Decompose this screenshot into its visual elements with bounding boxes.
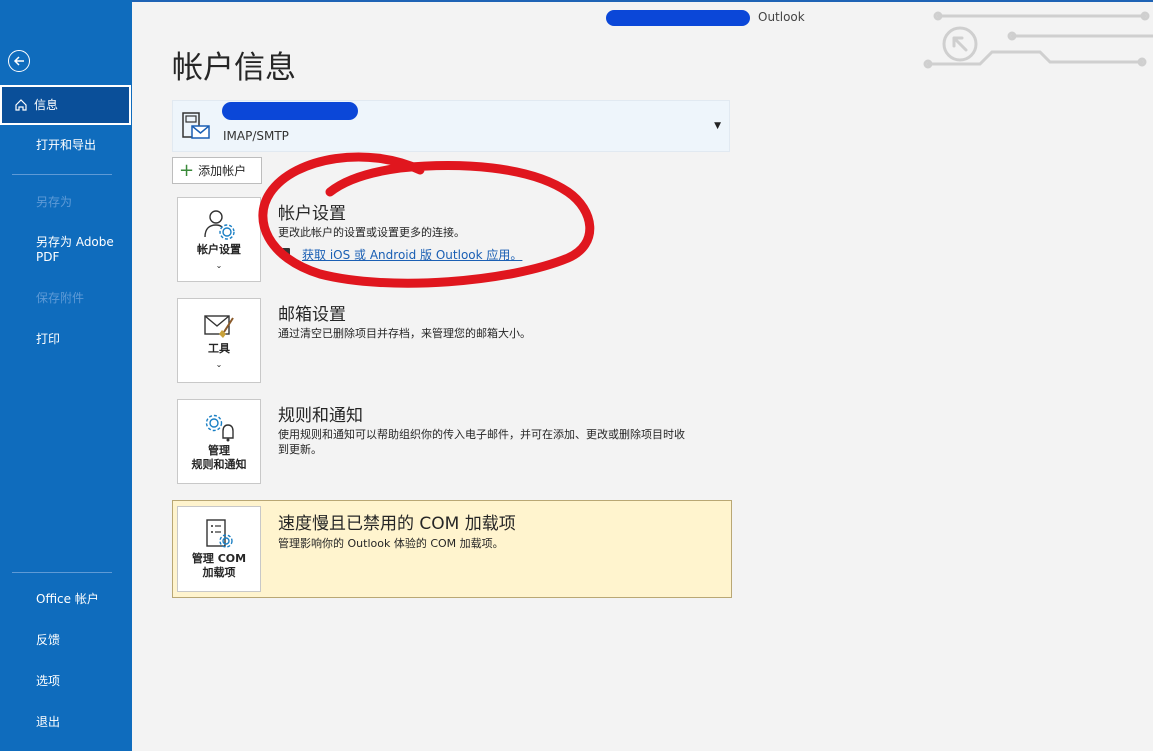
- add-account-button[interactable]: + 添加帐户: [172, 157, 262, 184]
- sidebar-item-save-as-pdf[interactable]: 另存为 Adobe PDF: [0, 235, 126, 265]
- plus-icon: +: [179, 159, 195, 181]
- phone-icon: [282, 248, 290, 260]
- window-top-border: [0, 0, 1153, 2]
- sidebar-item-open-export[interactable]: 打开和导出: [0, 138, 132, 153]
- sidebar-divider: [12, 572, 112, 573]
- tile-label: 管理: [208, 443, 230, 457]
- com-addins-title: 速度慢且已禁用的 COM 加载项: [278, 514, 516, 534]
- rules-desc-line2: 到更新。: [278, 443, 322, 456]
- rules-desc-line1: 使用规则和通知可以帮助组织你的传入电子邮件，并可在添加、更改或删除项目时收: [278, 428, 685, 441]
- chevron-down-icon: ⌄: [215, 260, 223, 270]
- rules-alerts-icon: [205, 414, 234, 441]
- sidebar-item-info[interactable]: 信息: [0, 85, 131, 125]
- redacted-account-email: [222, 102, 358, 120]
- tile-label: 规则和通知: [191, 457, 247, 471]
- add-account-label: 添加帐户: [198, 164, 247, 178]
- sidebar-item-label: 信息: [34, 97, 59, 112]
- sidebar-divider: [12, 174, 112, 175]
- get-mobile-app-link[interactable]: 获取 iOS 或 Android 版 Outlook 应用。: [302, 246, 522, 263]
- sidebar-item-exit[interactable]: 退出: [0, 715, 132, 730]
- backstage-sidebar: 信息 打开和导出 另存为 另存为 Adobe PDF 保存附件 打印 Offic…: [0, 0, 132, 751]
- dropdown-caret-icon: ▼: [714, 121, 721, 131]
- user-settings-icon: [204, 209, 235, 240]
- sidebar-item-save-as: 另存为: [36, 195, 73, 209]
- home-icon: [14, 98, 28, 112]
- chevron-down-icon: ⌄: [215, 359, 223, 369]
- manage-com-addins-button[interactable]: 管理 COM 加载项: [177, 506, 261, 592]
- account-type: IMAP/SMTP: [223, 129, 289, 143]
- mailbox-settings-title: 邮箱设置: [278, 305, 346, 325]
- manage-rules-button[interactable]: 管理 规则和通知: [177, 399, 261, 484]
- mailbox-settings-desc: 通过清空已删除项目并存档，来管理您的邮箱大小。: [278, 327, 531, 340]
- mailbox-cleanup-icon: [204, 314, 234, 338]
- com-addins-desc: 管理影响你的 Outlook 体验的 COM 加载项。: [278, 537, 504, 550]
- account-settings-desc: 更改此帐户的设置或设置更多的连接。: [278, 226, 465, 239]
- tile-label: 管理 COM: [191, 552, 247, 565]
- account-mail-icon: [182, 112, 210, 139]
- page-title: 帐户信息: [172, 50, 296, 86]
- tile-label: 工具: [208, 341, 230, 355]
- account-settings-button[interactable]: 帐户设置 ⌄: [177, 197, 261, 282]
- account-settings-title: 帐户设置: [278, 204, 346, 224]
- tile-label: 帐户设置: [197, 242, 241, 256]
- sidebar-item-print[interactable]: 打印: [0, 332, 132, 347]
- com-addins-icon: [206, 519, 233, 548]
- arrow-left-icon: [13, 56, 24, 66]
- sidebar-item-save-attachments: 保存附件: [36, 291, 85, 305]
- redacted-user-name: [606, 10, 750, 26]
- sidebar-item-feedback[interactable]: 反馈: [0, 633, 132, 648]
- circuit-decoration-icon: [923, 11, 1153, 69]
- mailbox-tools-button[interactable]: 工具 ⌄: [177, 298, 261, 383]
- rules-title: 规则和通知: [278, 406, 363, 426]
- app-name: Outlook: [758, 10, 805, 24]
- sidebar-item-options[interactable]: 选项: [0, 674, 132, 689]
- sidebar-item-office-account[interactable]: Office 帐户: [0, 592, 132, 607]
- back-button[interactable]: [8, 50, 30, 72]
- tile-label: 加载项: [202, 566, 236, 579]
